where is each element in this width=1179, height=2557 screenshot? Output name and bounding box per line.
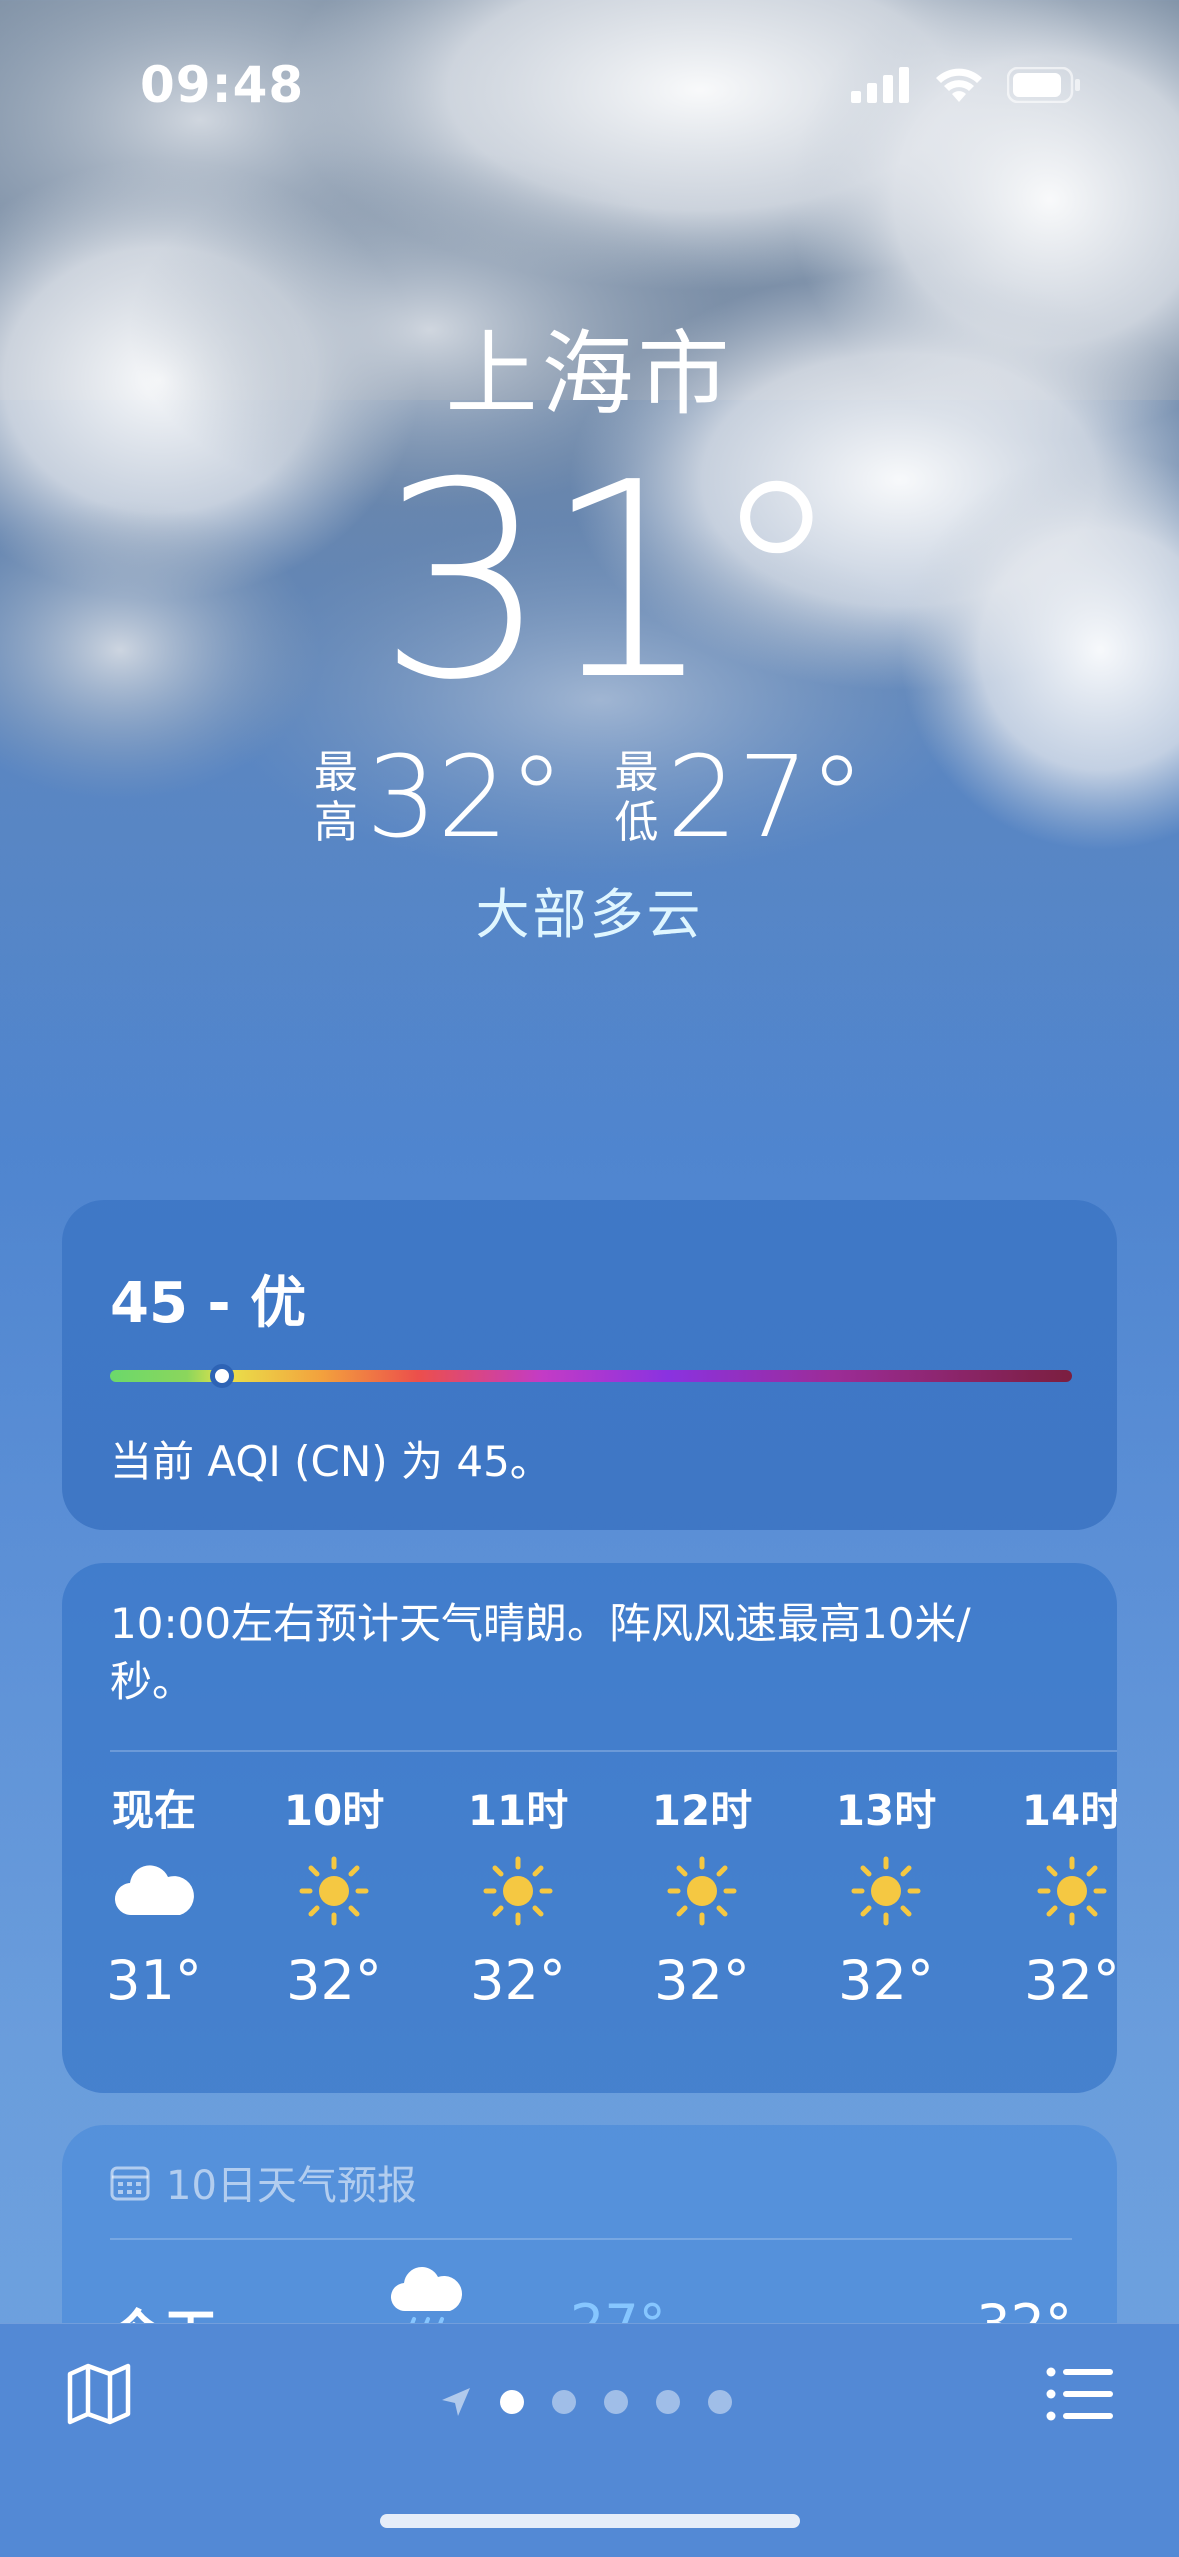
sun-icon xyxy=(1037,1856,1107,1926)
low-temp: 27° xyxy=(666,733,866,863)
map-icon[interactable] xyxy=(64,2358,134,2428)
hourly-forecast-card[interactable]: 10:00左右预计天气晴朗。阵风风速最高10米/秒。 现在 31° 10时 32… xyxy=(62,1563,1117,2093)
hour-item: 10时 32° xyxy=(283,1786,385,2012)
page-indicator[interactable] xyxy=(440,2386,732,2418)
low-temp-group: 最 低 27° xyxy=(615,738,866,858)
list-icon[interactable] xyxy=(1045,2364,1115,2424)
hourly-summary: 10:00左右预计天气晴朗。阵风风速最高10米/秒。 xyxy=(110,1599,971,1706)
battery-icon xyxy=(1007,67,1080,103)
page-dot xyxy=(500,2390,524,2414)
sun-icon xyxy=(667,1856,737,1926)
high-temp: 32° xyxy=(365,733,565,863)
hour-item: 12时 32° xyxy=(651,1786,753,2012)
hour-item: 14时 32° xyxy=(1021,1786,1117,2012)
status-icons xyxy=(851,66,1081,104)
current-weather: 上海市 31° 最 高 32° 最 低 27° 大部多云 xyxy=(0,320,1179,949)
low-label: 最 低 xyxy=(614,747,659,848)
home-indicator[interactable] xyxy=(380,2514,800,2528)
city-name: 上海市 xyxy=(445,321,734,428)
status-time: 09:48 xyxy=(140,56,305,114)
aqi-scale-bar xyxy=(110,1370,1072,1382)
page-dot xyxy=(552,2390,576,2414)
wifi-icon xyxy=(936,68,982,102)
status-bar: 09:48 xyxy=(0,0,1179,170)
sun-icon xyxy=(299,1856,369,1926)
page-dot xyxy=(656,2390,680,2414)
aqi-card[interactable]: 45 - 优 当前 AQI (CN) 为 45。 xyxy=(62,1200,1117,1530)
cellular-signal-icon xyxy=(851,67,909,103)
weather-condition: 大部多云 xyxy=(475,883,704,946)
hourly-list[interactable]: 现在 31° 10时 32° 11时 32° 12时 32° 13时 32° 1… xyxy=(62,1781,1117,2061)
hour-item: 现在 31° xyxy=(106,1786,202,2012)
daily-header-label: 10日天气预报 xyxy=(166,2163,417,2209)
high-low: 最 高 32° 最 低 27° xyxy=(0,738,1179,858)
sun-icon xyxy=(483,1856,553,1926)
aqi-indicator-dot xyxy=(210,1364,234,1388)
location-arrow-icon xyxy=(442,2388,470,2416)
calendar-icon xyxy=(110,2166,150,2201)
page-dot xyxy=(604,2390,628,2414)
hour-item: 13时 32° xyxy=(835,1786,937,2012)
cloud-icon xyxy=(114,1865,194,1916)
aqi-value: 45 - 优 xyxy=(110,1271,307,1336)
divider xyxy=(110,2238,1072,2240)
aqi-description: 当前 AQI (CN) 为 45。 xyxy=(110,1437,552,1486)
divider xyxy=(110,1750,1117,1752)
hour-item: 11时 32° xyxy=(467,1786,569,2012)
high-label: 最 高 xyxy=(313,747,358,848)
page-dot xyxy=(708,2390,732,2414)
daily-header: 10日天气预报 xyxy=(110,2153,417,2211)
current-temperature: 31° xyxy=(377,424,844,739)
high-temp-group: 最 高 32° xyxy=(314,738,565,858)
sun-icon xyxy=(851,1856,921,1926)
